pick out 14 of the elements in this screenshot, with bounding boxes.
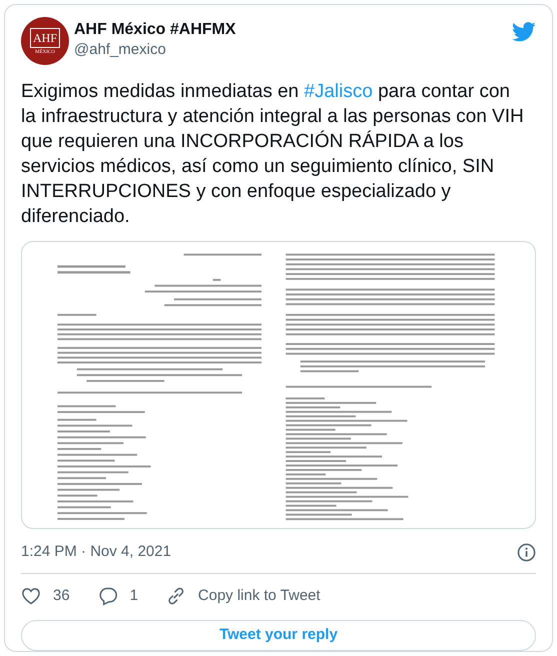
timestamp[interactable]: 1:24 PM · Nov 4, 2021 [21, 541, 172, 564]
author-handle[interactable]: @ahf_mexico [74, 40, 236, 60]
avatar-logo-text: AHF [30, 28, 60, 48]
like-button[interactable]: 36 [21, 584, 70, 608]
link-icon [166, 586, 186, 606]
copy-link-button[interactable]: Copy link to Tweet [166, 584, 320, 608]
speech-bubble-icon [98, 586, 118, 606]
author-name[interactable]: AHF México #AHFMX [74, 20, 236, 40]
document-image[interactable] [21, 241, 536, 529]
bird-logo-icon[interactable] [512, 22, 536, 42]
heart-icon [21, 586, 41, 606]
tweet-text: Exigimos medidas inmediatas en #Jalisco para contar con la infraestructura y atención integral a las personas con VIH que requieren una INCORPORACIÓN RÁPIDA a los servicios médicos, así como un seguimiento clínico, SIN INTERRUPCIONES y con enfoque especializado y diferenciado. [21, 80, 525, 229]
reply-count-button[interactable]: 1 [98, 584, 138, 608]
info-icon[interactable] [517, 542, 536, 562]
